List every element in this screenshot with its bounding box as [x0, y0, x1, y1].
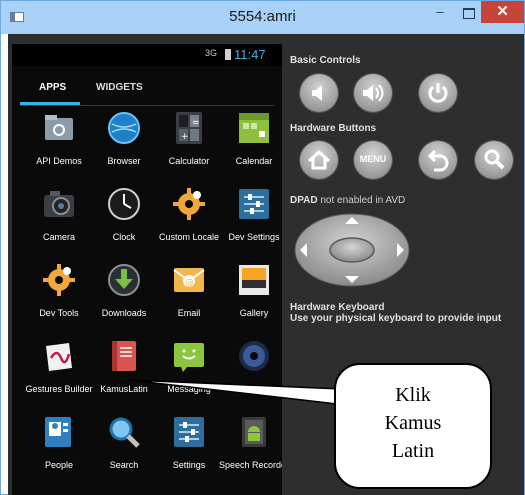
- callout-box: Klik Kamus Latin: [334, 363, 492, 489]
- callout-line: Klik: [395, 384, 431, 406]
- callout-line: Latin: [391, 440, 435, 462]
- emulator-window: 5554:amri – ✕ 3G 11:47 APPS WIDGETS API …: [0, 0, 525, 495]
- callout-line: Kamus: [384, 412, 442, 434]
- callout-text: Klik Kamus Latin: [336, 381, 490, 465]
